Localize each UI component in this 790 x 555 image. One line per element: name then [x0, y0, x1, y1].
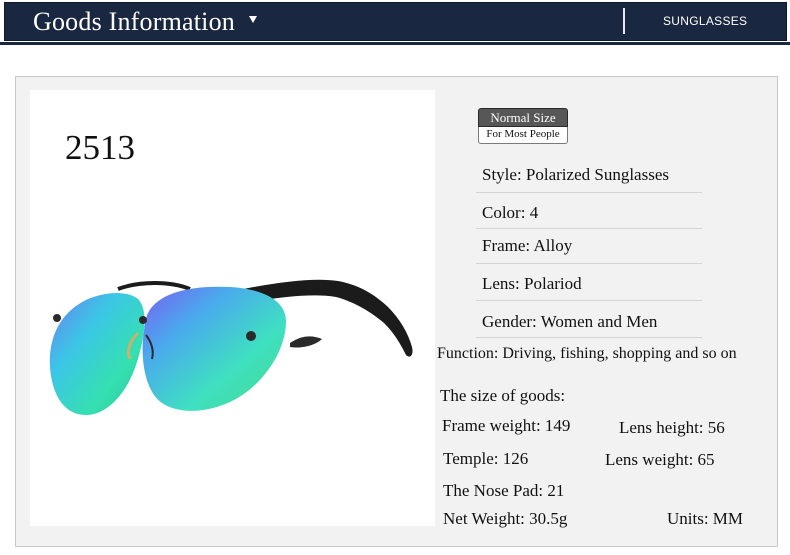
size-net-weight: Net Weight: 30.5g: [443, 509, 568, 528]
spec-value: Women and Men: [540, 312, 658, 331]
divider: [476, 300, 702, 301]
spec-color: Color: 4: [482, 203, 538, 223]
size-frame-weight: Frame weight: 149: [442, 416, 571, 435]
header-divider: [623, 8, 625, 34]
spec-label: Gender:: [482, 312, 537, 331]
badge-normal-size: Normal Size: [478, 108, 568, 127]
spec-label: Frame:: [482, 236, 531, 255]
spec-style: Style: Polarized Sunglasses: [482, 165, 669, 185]
spec-label: Color:: [482, 203, 526, 222]
size-units: Units: MM: [667, 509, 744, 528]
sunglasses-image: [49, 279, 413, 415]
product-photo: 2513: [30, 90, 435, 526]
badge-for-most-people: For Most People: [478, 127, 568, 144]
spec-value: 4: [529, 203, 539, 222]
size-badge: Normal Size For Most People: [478, 108, 568, 145]
header-rule: [0, 42, 790, 45]
size-heading: The size of goods:: [440, 386, 566, 405]
spec-value: Alloy: [533, 236, 573, 255]
header-title: Goods Information: [33, 7, 235, 36]
spec-lens: Lens: Polariod: [482, 274, 582, 294]
divider: [476, 228, 702, 229]
page-header: Goods Information SUNGLASSES: [0, 0, 790, 43]
spec-frame: Frame: Alloy: [482, 236, 572, 256]
size-nose-pad: The Nose Pad: 21: [443, 481, 565, 500]
size-lens-height: Lens height: 56: [619, 418, 725, 437]
divider: [476, 337, 702, 338]
caret-down-icon[interactable]: [249, 16, 257, 23]
divider: [476, 192, 702, 193]
spec-gender: Gender: Women and Men: [482, 312, 657, 332]
spec-label: Style:: [482, 165, 522, 184]
header-bar: Goods Information SUNGLASSES: [4, 2, 787, 41]
spec-value: Polariod: [524, 274, 582, 293]
spec-label: Function:: [437, 345, 499, 362]
header-category[interactable]: SUNGLASSES: [663, 14, 747, 28]
spec-label: Lens:: [482, 274, 520, 293]
divider: [476, 263, 702, 264]
spec-value: Driving, fishing, shopping and so on: [502, 345, 737, 362]
model-number: 2513: [65, 128, 135, 167]
spec-function: Function: Driving, fishing, shopping and…: [437, 345, 737, 363]
size-temple: Temple: 126: [443, 449, 529, 468]
spec-value: Polarized Sunglasses: [525, 165, 669, 184]
size-lens-weight: Lens weight: 65: [605, 450, 715, 469]
